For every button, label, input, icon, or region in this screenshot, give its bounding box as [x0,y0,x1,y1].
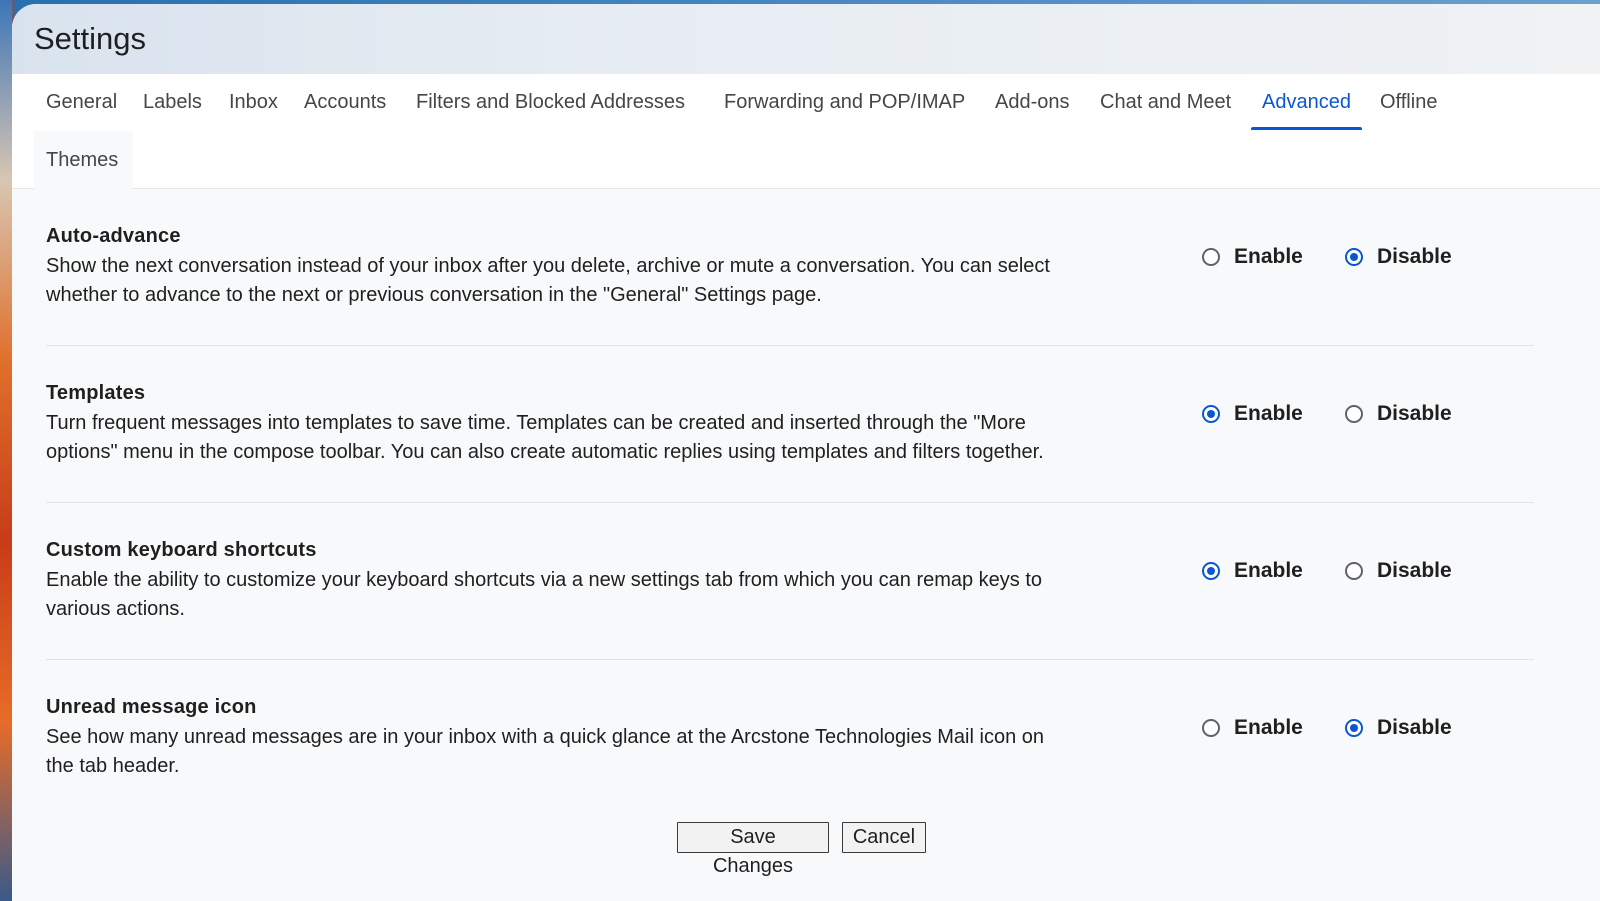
option-label: Enable [1234,245,1303,268]
option-label: Disable [1377,245,1452,268]
radio-button-selected[interactable] [1345,719,1363,737]
cancel-button[interactable]: Cancel [842,822,926,853]
unread-icon-enable-option[interactable]: Enable [1202,714,1303,742]
option-label: Disable [1377,716,1452,739]
setting-description: Show the next conversation instead of yo… [46,252,1106,310]
setting-description-line: various actions. [46,598,185,620]
setting-heading: Templates [46,382,146,404]
setting-auto-advance: Auto-advance Show the next conversation … [46,189,1534,346]
option-label: Enable [1234,559,1303,582]
tab-add-ons[interactable]: Add-ons [995,74,1070,130]
auto-advance-enable-option[interactable]: Enable [1202,243,1303,271]
setting-description: See how many unread messages are in your… [46,723,1106,781]
tab-offline[interactable]: Offline [1380,74,1437,130]
radio-button-selected[interactable] [1202,405,1220,423]
setting-unread-message-icon: Unread message icon See how many unread … [46,660,1534,817]
radio-button[interactable] [1202,248,1220,266]
setting-description-line: Show the next conversation instead of yo… [46,255,1050,277]
keyboard-shortcuts-disable-option[interactable]: Disable [1345,557,1452,585]
option-label: Disable [1377,559,1452,582]
tab-chat-and-meet[interactable]: Chat and Meet [1100,74,1231,130]
setting-description-line: Enable the ability to customize your key… [46,569,1043,591]
unread-icon-disable-option[interactable]: Disable [1345,714,1452,742]
tab-themes[interactable]: Themes [46,132,118,188]
setting-description: Enable the ability to customize your key… [46,566,1106,624]
radio-button-selected[interactable] [1202,562,1220,580]
templates-disable-option[interactable]: Disable [1345,400,1452,428]
tab-advanced[interactable]: Advanced [1251,74,1362,130]
setting-description-line: options" menu in the compose toolbar. Yo… [46,441,1044,463]
tab-filters-and-blocked-addresses[interactable]: Filters and Blocked Addresses [416,74,685,130]
settings-window: Settings General Labels Inbox Accounts F… [12,4,1600,901]
advanced-settings-content: Auto-advance Show the next conversation … [12,189,1600,901]
keyboard-shortcuts-enable-option[interactable]: Enable [1202,557,1303,585]
settings-tabs: General Labels Inbox Accounts Filters an… [12,74,1600,189]
tab-labels[interactable]: Labels [143,74,202,130]
setting-description-line: See how many unread messages are in your… [46,726,1044,748]
radio-button[interactable] [1202,719,1220,737]
setting-description: Turn frequent messages into templates to… [46,409,1106,467]
radio-button[interactable] [1345,562,1363,580]
settings-header: Settings [12,4,1600,74]
setting-description-line: Turn frequent messages into templates to… [46,412,1026,434]
tab-inbox[interactable]: Inbox [229,74,278,130]
radio-button-selected[interactable] [1345,248,1363,266]
setting-description-line: the tab header. [46,755,180,777]
tab-forwarding-and-pop-imap[interactable]: Forwarding and POP/IMAP [724,74,965,130]
tab-accounts[interactable]: Accounts [304,74,386,130]
setting-custom-keyboard-shortcuts: Custom keyboard shortcuts Enable the abi… [46,503,1534,660]
auto-advance-disable-option[interactable]: Disable [1345,243,1452,271]
save-changes-button[interactable]: Save Changes [677,822,829,877]
desktop-wallpaper [0,0,12,901]
templates-enable-option[interactable]: Enable [1202,400,1303,428]
option-label: Disable [1377,402,1452,425]
radio-button[interactable] [1345,405,1363,423]
setting-heading: Unread message icon [46,696,257,718]
option-label: Enable [1234,402,1303,425]
setting-description-line: whether to advance to the next or previo… [46,284,822,306]
setting-templates: Templates Turn frequent messages into te… [46,346,1534,503]
page-title: Settings [34,21,147,56]
setting-heading: Auto-advance [46,225,181,247]
option-label: Enable [1234,716,1303,739]
setting-heading: Custom keyboard shortcuts [46,539,317,561]
tab-general[interactable]: General [46,74,117,130]
